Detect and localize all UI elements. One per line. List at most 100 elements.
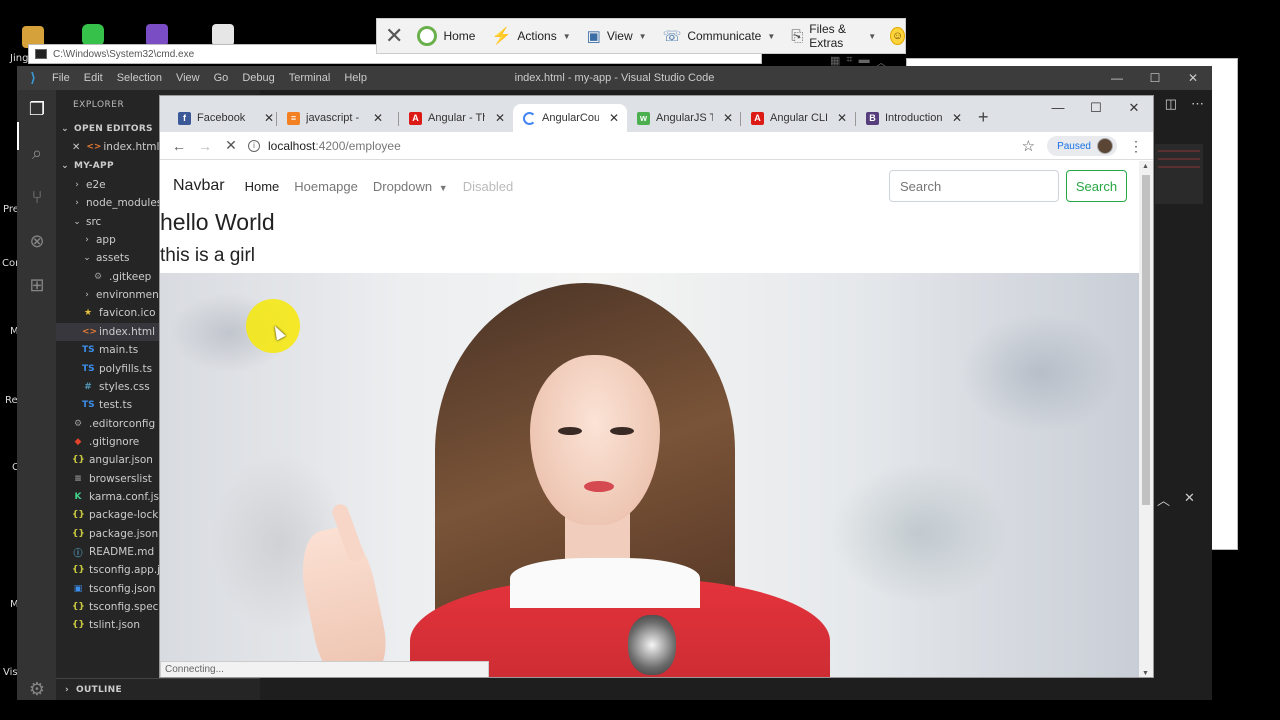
new-tab-icon[interactable]: + — [978, 108, 989, 126]
portrait-image — [160, 273, 1140, 677]
navbar-brand[interactable]: Navbar — [173, 177, 225, 195]
activity-bar: ❐ ⌕ ⑂ ⊗ ⊞ ⚙ — [17, 90, 56, 700]
browser-tab[interactable]: w AngularJS Tut ✕ — [627, 104, 741, 132]
nav-dropdown[interactable]: Dropdown ▼ — [373, 179, 448, 194]
html-file-icon: <> — [86, 142, 102, 152]
maximize-icon[interactable]: ☐ — [1136, 66, 1174, 90]
tab-separator — [398, 112, 399, 126]
browser-tab[interactable]: B Introduction ✕ — [856, 104, 970, 132]
forward-arrow-icon[interactable]: → — [192, 138, 218, 154]
menu-kebab-icon[interactable]: ⋮ — [1129, 138, 1143, 155]
browser-tab[interactable]: A Angular CLI ✕ — [741, 104, 855, 132]
more-actions-icon[interactable]: ⋯ — [1191, 96, 1204, 112]
scroll-up-icon[interactable]: ▲ — [1142, 163, 1149, 170]
search-button[interactable]: Search — [1066, 170, 1127, 202]
settings-gear-icon[interactable]: ⚙ — [26, 678, 48, 700]
cmd-title: C:\Windows\System32\cmd.exe — [53, 48, 195, 60]
menu-terminal[interactable]: Terminal — [289, 72, 331, 84]
toolbar-home[interactable]: Home — [409, 19, 483, 53]
extensions-icon[interactable]: ⊞ — [26, 274, 48, 296]
source-control-icon[interactable]: ⑂ — [26, 186, 48, 208]
nav-home[interactable]: Home — [245, 179, 280, 194]
outline-section[interactable]: › OUTLINE — [56, 678, 260, 700]
close-tab-icon[interactable]: ✕ — [837, 111, 847, 125]
menu-view[interactable]: View — [176, 72, 200, 84]
document-icon[interactable] — [212, 24, 234, 46]
menu-debug[interactable]: Debug — [242, 72, 274, 84]
menu-edit[interactable]: Edit — [84, 72, 103, 84]
menu-selection[interactable]: Selection — [117, 72, 162, 84]
tree-item-label: main.ts — [99, 344, 139, 357]
back-arrow-icon[interactable]: ← — [166, 138, 192, 154]
tab-separator — [740, 112, 741, 126]
close-icon[interactable]: ✕ — [72, 142, 80, 153]
browser-tab[interactable]: AngularCours ✕ — [513, 104, 627, 132]
minimize-icon[interactable]: — — [1098, 66, 1136, 90]
vscode-titlebar: ⟩ File Edit Selection View Go Debug Term… — [17, 66, 1212, 90]
page-scrollbar[interactable]: ▲ ▼ — [1139, 161, 1153, 677]
menu-go[interactable]: Go — [214, 72, 229, 84]
smiley-icon[interactable]: ☺ — [890, 27, 905, 45]
maximize-icon[interactable]: ☐ — [1077, 96, 1115, 120]
close-icon[interactable]: ✕ — [1174, 66, 1212, 90]
search-icon[interactable]: ⌕ — [26, 142, 48, 164]
tree-item-label: node_modules — [86, 197, 163, 210]
bookmark-star-icon[interactable]: ☆ — [1022, 137, 1035, 155]
minimap — [1155, 144, 1203, 204]
file-transfer-icon: ⎘ — [791, 27, 804, 45]
debug-icon[interactable]: ⊗ — [26, 230, 48, 252]
visual-studio-icon[interactable] — [146, 24, 168, 46]
tree-item-label: tslint.json — [89, 619, 140, 632]
nav-homepage[interactable]: Hoemapge — [294, 179, 358, 194]
chevron-down-icon: ⌄ — [83, 253, 91, 264]
browser-toolbar: ← → ✕ i localhost:4200/employee ☆ Paused… — [160, 132, 1153, 160]
close-icon[interactable]: ✕ — [1184, 490, 1195, 509]
toolbar-communicate[interactable]: ☏ Communicate ▼ — [655, 19, 784, 53]
stop-loading-icon[interactable]: ✕ — [218, 137, 244, 154]
toolbar-right: ☆ Paused ⋮ — [1022, 136, 1143, 156]
tab-title: Facebook — [197, 112, 246, 124]
chrome-window: f Facebook ✕ ≡ javascript - Hi ✕ A Angular - Th… — [159, 95, 1154, 678]
minimize-icon[interactable]: — — [1039, 96, 1077, 120]
line-app-icon[interactable] — [82, 24, 104, 46]
page-viewport: Navbar Home Hoemapge Dropdown ▼ Disabled… — [160, 161, 1140, 677]
chevron-up-icon[interactable]: ︿ — [1157, 490, 1170, 509]
tree-item-label: package.json — [89, 527, 159, 540]
toolbar-view[interactable]: ▣ View ▼ — [579, 19, 655, 53]
stackoverflow-icon: ≡ — [287, 111, 300, 125]
profile-button[interactable]: Paused — [1047, 136, 1117, 156]
close-tab-icon[interactable]: ✕ — [952, 111, 962, 125]
gear-file-icon: ⚙ — [73, 418, 83, 429]
tab-title: AngularCours — [542, 112, 599, 124]
toolbar-actions[interactable]: ⚡ Actions ▼ — [483, 19, 578, 53]
site-info-icon[interactable]: i — [248, 139, 260, 152]
chevron-down-icon: ⌄ — [61, 124, 69, 134]
close-tab-icon[interactable]: ✕ — [264, 111, 274, 125]
browser-tab[interactable]: ≡ javascript - Hi ✕ — [277, 104, 391, 132]
scroll-down-icon[interactable]: ▼ — [1142, 670, 1149, 677]
browser-tab[interactable]: A Angular - The ✕ — [399, 104, 513, 132]
split-editor-icon[interactable]: ◫ — [1165, 96, 1177, 112]
tab-separator — [855, 112, 856, 126]
browser-tab[interactable]: f Facebook ✕ — [168, 104, 282, 132]
html-file-icon: <> — [82, 326, 98, 337]
menu-file[interactable]: File — [52, 72, 70, 84]
site-navbar: Navbar Home Hoemapge Dropdown ▼ Disabled… — [160, 161, 1140, 211]
toolbar-files-extras[interactable]: ⎘ Files & Extras ▼ — [783, 19, 884, 53]
address-bar[interactable]: i localhost:4200/employee — [248, 139, 401, 153]
menu-help[interactable]: Help — [344, 72, 367, 84]
tree-item-label: .gitkeep — [109, 270, 152, 283]
panel-actions: ︿ ✕ — [1157, 490, 1195, 509]
search-input[interactable] — [889, 170, 1059, 202]
scrollbar-thumb[interactable] — [1142, 175, 1150, 505]
close-tab-icon[interactable]: ✕ — [495, 111, 505, 125]
tree-item-label: src — [86, 215, 102, 228]
close-icon[interactable]: ✕ — [377, 19, 409, 53]
close-tab-icon[interactable]: ✕ — [373, 111, 383, 125]
chevron-right-icon: › — [85, 235, 89, 246]
close-tab-icon[interactable]: ✕ — [723, 111, 733, 125]
close-icon[interactable]: ✕ — [1115, 96, 1153, 120]
close-tab-icon[interactable]: ✕ — [609, 111, 619, 125]
chevron-right-icon: › — [75, 198, 79, 209]
explorer-icon[interactable]: ❐ — [26, 98, 48, 120]
